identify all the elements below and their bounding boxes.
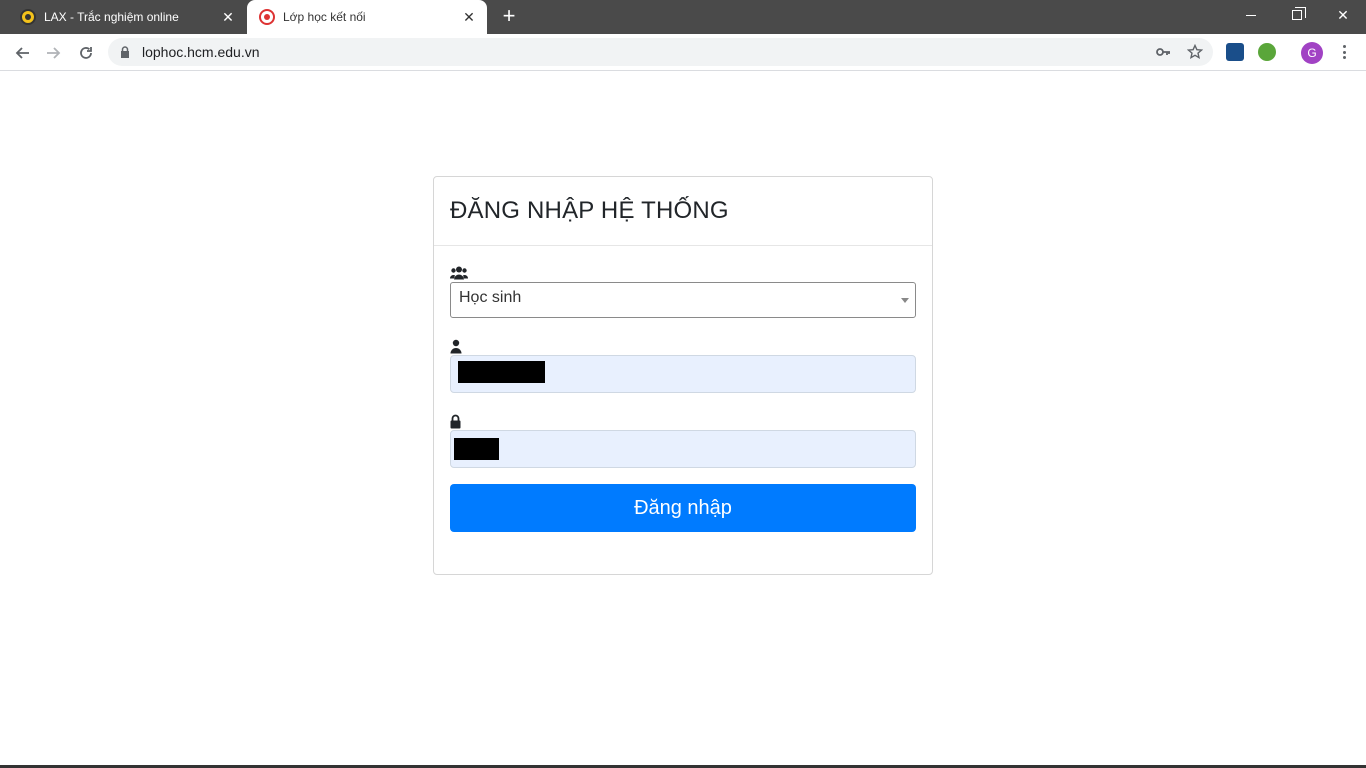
- password-field[interactable]: [450, 430, 916, 468]
- username-field[interactable]: [450, 355, 916, 393]
- school-favicon-icon: [259, 9, 275, 25]
- restore-button[interactable]: [1274, 0, 1320, 30]
- tab-lop-hoc[interactable]: Lớp học kết nối ✕: [247, 0, 487, 34]
- browser-tab-strip: LAX - Trắc nghiệm online ✕ Lớp học kết n…: [0, 0, 1366, 34]
- window-close-button[interactable]: ✕: [1320, 0, 1366, 30]
- lock-icon: [121, 46, 129, 58]
- login-card: ĐĂNG NHẬP HỆ THỐNG Học sinh Đăng nhập: [433, 176, 933, 575]
- close-tab-icon[interactable]: ✕: [218, 7, 238, 27]
- tab-title: LAX - Trắc nghiệm online: [44, 10, 179, 24]
- login-card-header: ĐĂNG NHẬP HỆ THỐNG: [434, 177, 932, 246]
- extension-globe-icon[interactable]: [1258, 43, 1276, 61]
- redacted-username: [458, 361, 545, 383]
- close-icon: ✕: [1337, 6, 1349, 23]
- role-select[interactable]: Học sinh: [450, 282, 916, 318]
- key-icon[interactable]: [1155, 44, 1171, 60]
- login-button[interactable]: Đăng nhập: [450, 484, 916, 532]
- close-tab-icon[interactable]: ✕: [459, 7, 479, 27]
- extension-j-icon[interactable]: [1226, 43, 1244, 61]
- browser-menu-icon[interactable]: [1336, 43, 1352, 61]
- user-icon: [450, 339, 462, 354]
- lax-favicon-icon: [20, 9, 36, 25]
- new-tab-button[interactable]: +: [497, 5, 521, 29]
- chevron-down-icon: [901, 298, 909, 303]
- page-title: ĐĂNG NHẬP HỆ THỐNG: [450, 197, 729, 224]
- users-icon: [450, 266, 468, 280]
- reload-button[interactable]: [73, 40, 99, 66]
- minimize-button[interactable]: [1228, 0, 1274, 30]
- tab-lax[interactable]: LAX - Trắc nghiệm online ✕: [8, 0, 246, 34]
- lock-icon: [450, 414, 461, 429]
- redacted-password: [454, 438, 499, 460]
- star-icon[interactable]: [1187, 44, 1203, 60]
- back-button[interactable]: [9, 40, 35, 66]
- url-text: lophoc.hcm.edu.vn: [142, 44, 260, 60]
- browser-toolbar: lophoc.hcm.edu.vn G: [0, 34, 1366, 71]
- address-bar[interactable]: lophoc.hcm.edu.vn: [108, 38, 1213, 66]
- reload-icon: [80, 47, 92, 59]
- arrow-left-icon: [15, 47, 29, 59]
- restore-icon: [1292, 7, 1306, 20]
- tab-title: Lớp học kết nối: [283, 10, 366, 24]
- role-select-value: Học sinh: [459, 289, 522, 306]
- profile-avatar[interactable]: G: [1301, 42, 1323, 64]
- arrow-right-icon: [47, 47, 61, 59]
- minimize-icon: [1246, 14, 1256, 16]
- forward-button[interactable]: [41, 40, 67, 66]
- login-form: Học sinh Đăng nhập: [434, 265, 932, 532]
